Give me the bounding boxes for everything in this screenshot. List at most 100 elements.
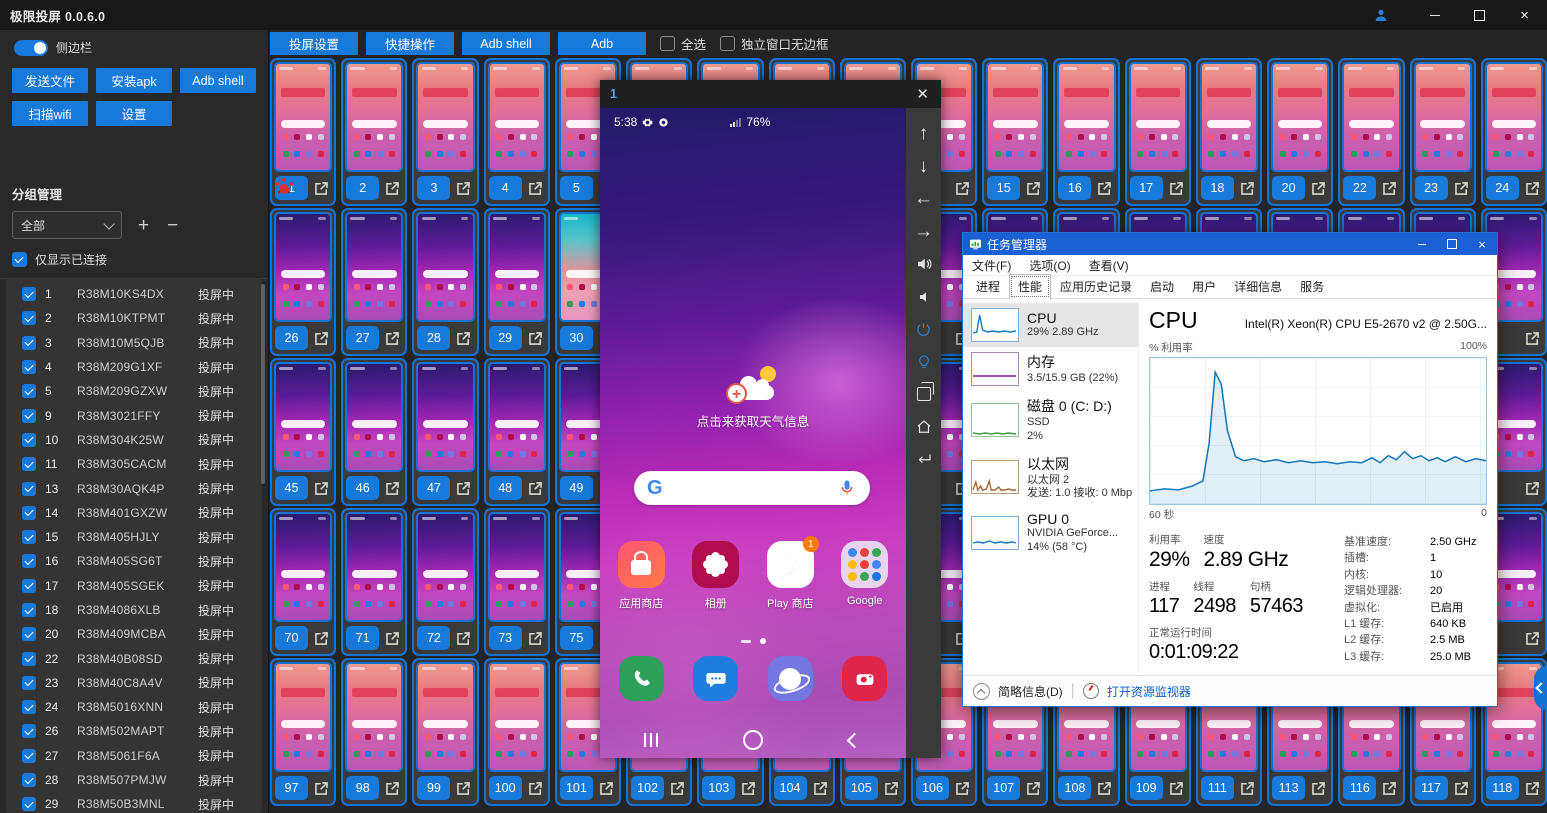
device-screen-thumbnail[interactable]	[1057, 62, 1115, 172]
collapse-edge-tab[interactable]	[1534, 666, 1547, 710]
select-all-row[interactable]: 全选	[660, 34, 706, 53]
tm-close-button[interactable]: ×	[1467, 233, 1497, 255]
device-number-button[interactable]: 101	[560, 776, 593, 800]
device-row[interactable]: 24 R38M5016XNN 投屏中	[6, 695, 262, 719]
device-checkbox[interactable]	[22, 724, 36, 738]
browser-app-icon[interactable]	[768, 656, 813, 701]
app-shortcut[interactable]: Google	[828, 541, 903, 611]
device-screen-thumbnail[interactable]	[345, 362, 403, 472]
open-window-icon[interactable]	[1024, 179, 1043, 198]
open-window-icon[interactable]	[1238, 179, 1257, 198]
open-window-icon[interactable]	[454, 179, 473, 198]
device-thumbnail-cell[interactable]: 22	[1338, 58, 1404, 206]
tm-sidebar-item[interactable]: 磁盘 0 (C: D:) SSD 2%	[963, 391, 1138, 449]
open-window-icon[interactable]	[454, 779, 473, 798]
device-row[interactable]: 16 R38M405SG6T 投屏中	[6, 549, 262, 573]
device-row[interactable]: 11 R38M305CACM 投屏中	[6, 452, 262, 476]
open-window-icon[interactable]	[739, 779, 758, 798]
home-icon[interactable]	[906, 411, 941, 444]
open-window-icon[interactable]	[454, 479, 473, 498]
device-screen-thumbnail[interactable]	[274, 662, 332, 772]
tm-menu-item[interactable]: 查看(V)	[1080, 257, 1138, 274]
recents-icon[interactable]	[644, 733, 658, 747]
sidebar-action-button[interactable]: 发送文件	[12, 68, 88, 93]
device-thumbnail-cell[interactable]: 45	[270, 358, 336, 506]
device-number-button[interactable]: 70	[275, 626, 308, 650]
device-number-button[interactable]: 104	[774, 776, 807, 800]
device-screen-thumbnail[interactable]	[416, 512, 474, 622]
messages-app-icon[interactable]	[693, 656, 738, 701]
device-number-button[interactable]: 111	[1201, 776, 1234, 800]
tm-minimize-button[interactable]	[1407, 233, 1437, 255]
device-row[interactable]: 26 R38M502MAPT 投屏中	[6, 719, 262, 743]
screenshot-icon[interactable]	[906, 378, 941, 411]
device-screen-thumbnail[interactable]	[274, 362, 332, 472]
device-screen-thumbnail[interactable]	[1485, 62, 1543, 172]
tm-tab[interactable]: 启动	[1141, 274, 1183, 298]
open-window-icon[interactable]	[526, 479, 545, 498]
tm-menu-item[interactable]: 选项(O)	[1020, 257, 1079, 274]
phone-screen[interactable]: 5:38 76% + 点击来获取天气信息 G	[600, 108, 906, 758]
device-checkbox[interactable]	[22, 530, 36, 544]
back-icon[interactable]	[906, 443, 941, 476]
device-row[interactable]: 23 R38M40C8A4V 投屏中	[6, 671, 262, 695]
device-number-button[interactable]: 27	[346, 326, 379, 350]
tm-sidebar-item[interactable]: GPU 0 NVIDIA GeForce... 14% (58 °C)	[963, 506, 1138, 560]
device-thumbnail-cell[interactable]: 29	[484, 208, 550, 356]
open-window-icon[interactable]	[1523, 629, 1542, 648]
device-screen-thumbnail[interactable]	[416, 212, 474, 322]
device-thumbnail-cell[interactable]: 98	[341, 658, 407, 806]
device-screen-thumbnail[interactable]	[1200, 62, 1258, 172]
app-shortcut[interactable]: 应用商店	[604, 541, 679, 611]
open-window-icon[interactable]	[383, 779, 402, 798]
maximize-button[interactable]	[1457, 0, 1502, 30]
tm-sidebar-item[interactable]: CPU 29% 2.89 GHz	[963, 303, 1138, 347]
open-window-icon[interactable]	[1309, 179, 1328, 198]
device-number-button[interactable]: 117	[1415, 776, 1448, 800]
open-window-icon[interactable]	[454, 629, 473, 648]
app-icon[interactable]	[841, 541, 888, 588]
device-number-button[interactable]: 102	[631, 776, 664, 800]
device-row[interactable]: 10 R38M304K25W 投屏中	[6, 428, 262, 452]
open-window-icon[interactable]	[526, 779, 545, 798]
open-window-icon[interactable]	[312, 179, 331, 198]
device-row[interactable]: 22 R38M40B08SD 投屏中	[6, 646, 262, 670]
tm-menu-item[interactable]: 文件(F)	[963, 257, 1020, 274]
device-thumbnail-cell[interactable]: 18	[1196, 58, 1262, 206]
device-checkbox[interactable]	[22, 603, 36, 617]
device-checkbox[interactable]	[22, 482, 36, 496]
app-shortcut[interactable]: 相册	[679, 541, 754, 611]
device-screen-thumbnail[interactable]	[345, 62, 403, 172]
device-number-button[interactable]: 17	[1130, 176, 1163, 200]
tm-sidebar-item[interactable]: 内存 3.5/15.9 GB (22%)	[963, 347, 1138, 391]
device-number-button[interactable]: 46	[346, 476, 379, 500]
device-number-button[interactable]: 30	[560, 326, 593, 350]
tm-tab[interactable]: 性能	[1009, 274, 1051, 299]
device-thumbnail-cell[interactable]: 99	[412, 658, 478, 806]
open-window-icon[interactable]	[1167, 779, 1186, 798]
device-row[interactable]: 14 R38M401GXZW 投屏中	[6, 501, 262, 525]
device-number-button[interactable]: 105	[845, 776, 878, 800]
open-window-icon[interactable]	[1167, 179, 1186, 198]
task-manager-titlebar[interactable]: 任务管理器 ×	[963, 233, 1497, 255]
open-window-icon[interactable]	[953, 179, 972, 198]
arrow-left-icon[interactable]: ←	[906, 183, 941, 216]
device-screen-thumbnail[interactable]	[488, 62, 546, 172]
device-number-button[interactable]: 2	[346, 176, 379, 200]
volume-down-icon[interactable]	[906, 281, 941, 314]
device-screen-thumbnail[interactable]	[488, 512, 546, 622]
device-screen-thumbnail[interactable]	[416, 62, 474, 172]
device-number-button[interactable]: 20	[1272, 176, 1305, 200]
weather-widget[interactable]: + 点击来获取天气信息	[600, 366, 906, 430]
device-thumbnail-cell[interactable]: 3	[412, 58, 478, 206]
device-checkbox[interactable]	[22, 773, 36, 787]
brightness-bulb-icon[interactable]	[906, 346, 941, 379]
device-checkbox[interactable]	[22, 336, 36, 350]
device-thumbnail-cell[interactable]: 48	[484, 358, 550, 506]
device-thumbnail-cell[interactable]: 26	[270, 208, 336, 356]
show-connected-row[interactable]: 仅显示已连接	[0, 239, 268, 279]
open-window-icon[interactable]	[597, 779, 616, 798]
device-screen-thumbnail[interactable]	[345, 662, 403, 772]
device-number-button[interactable]: 49	[560, 476, 593, 500]
open-window-icon[interactable]	[1095, 179, 1114, 198]
